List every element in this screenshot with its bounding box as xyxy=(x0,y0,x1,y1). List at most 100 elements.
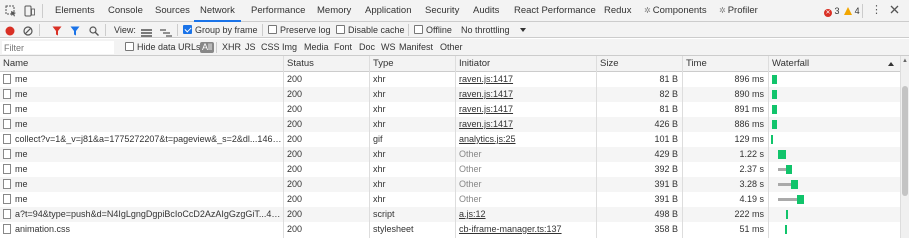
tab-application[interactable]: Application xyxy=(365,0,411,22)
table-row[interactable]: collect?v=1&_v=j81&a=1775272207&t=pagevi… xyxy=(0,132,900,147)
request-type: xhr xyxy=(373,179,386,189)
waterfall-receive-bar xyxy=(778,150,786,159)
file-icon xyxy=(3,119,11,129)
issues-counter[interactable]: ✕ 3 4 xyxy=(824,0,860,22)
scroll-up-icon[interactable]: ▲ xyxy=(902,58,908,64)
extension-icon: ✲ xyxy=(644,6,651,15)
request-name: me xyxy=(15,194,28,204)
table-row[interactable]: me 200 xhr Other 429 B 1.22 s xyxy=(0,147,900,162)
initiator-link[interactable]: cb-iframe-manager.ts:137 xyxy=(456,222,596,237)
file-icon xyxy=(3,209,11,219)
search-icon[interactable] xyxy=(89,25,99,36)
device-toolbar-icon[interactable] xyxy=(23,5,35,19)
tab-console[interactable]: Console xyxy=(108,0,143,22)
disable-cache-checkbox[interactable]: Disable cache xyxy=(336,22,405,38)
throttling-select[interactable]: No throttling xyxy=(461,22,527,38)
table-row[interactable]: me 200 xhr raven.js:1417 426 B 886 ms xyxy=(0,117,900,132)
initiator-link[interactable]: analytics.js:25 xyxy=(456,132,596,147)
initiator-link[interactable]: raven.js:1417 xyxy=(456,102,596,117)
clear-icon[interactable] xyxy=(23,25,33,36)
filter-funnel-icon[interactable] xyxy=(70,25,80,36)
request-name-cell[interactable]: me xyxy=(0,72,283,87)
table-row[interactable]: me 200 xhr Other 392 B 2.37 s xyxy=(0,162,900,177)
request-status: 200 xyxy=(287,149,303,159)
request-name-cell[interactable]: me xyxy=(0,117,283,132)
request-name-cell[interactable]: me xyxy=(0,147,283,162)
filter-icon[interactable] xyxy=(52,25,62,36)
column-header-status[interactable]: Status xyxy=(284,56,314,72)
column-header-size[interactable]: Size xyxy=(597,56,618,72)
offline-checkbox[interactable]: Offline xyxy=(414,22,452,38)
request-name-cell[interactable]: me xyxy=(0,87,283,102)
vertical-scrollbar[interactable]: ▲ xyxy=(900,56,909,238)
inspect-element-icon[interactable] xyxy=(5,5,17,19)
request-time: 3.28 s xyxy=(739,179,764,189)
warning-icon xyxy=(844,7,853,15)
filter-type-doc[interactable]: Doc xyxy=(359,39,375,56)
error-icon: ✕ xyxy=(824,9,832,17)
filter-type-font[interactable]: Font xyxy=(334,39,352,56)
request-time: 890 ms xyxy=(734,89,764,99)
filter-type-media[interactable]: Media xyxy=(304,39,329,56)
request-name: me xyxy=(15,179,28,189)
tab-components[interactable]: ✲ Components xyxy=(644,0,707,22)
group-by-frame-checkbox[interactable]: Group by frame xyxy=(183,22,258,38)
more-options-icon[interactable]: ⋮ xyxy=(871,5,882,16)
tab-performance[interactable]: Performance xyxy=(251,0,305,22)
table-row[interactable]: me 200 xhr Other 391 B 4.19 s xyxy=(0,192,900,207)
file-icon xyxy=(3,224,11,234)
filter-input[interactable] xyxy=(2,41,114,54)
table-row[interactable]: me 200 xhr Other 391 B 3.28 s xyxy=(0,177,900,192)
request-name-cell[interactable]: collect?v=1&_v=j81&a=1775272207&t=pagevi… xyxy=(0,132,283,147)
request-name-cell[interactable]: me xyxy=(0,177,283,192)
filter-type-ws[interactable]: WS xyxy=(381,39,396,56)
column-header-time[interactable]: Time xyxy=(683,56,707,72)
filter-type-other[interactable]: Other xyxy=(440,39,463,56)
request-size: 81 B xyxy=(659,74,678,84)
request-name-cell[interactable]: animation.css xyxy=(0,222,283,237)
preserve-log-checkbox[interactable]: Preserve log xyxy=(268,22,331,38)
table-row[interactable]: animation.css 200 stylesheet cb-iframe-mana… xyxy=(0,222,900,237)
tab-redux[interactable]: Redux xyxy=(604,0,631,22)
column-header-waterfall[interactable]: Waterfall xyxy=(769,56,809,72)
sort-up-icon[interactable] xyxy=(888,62,894,66)
table-row[interactable]: me 200 xhr raven.js:1417 81 B 891 ms xyxy=(0,102,900,117)
table-row[interactable]: a?t=94&type=push&d=N4IgLgngDgpiBcIoCcD2A… xyxy=(0,207,900,222)
tab-audits[interactable]: Audits xyxy=(473,0,499,22)
tab-security[interactable]: Security xyxy=(425,0,459,22)
tab-profiler-label: Profiler xyxy=(727,5,758,16)
request-name-cell[interactable]: me xyxy=(0,162,283,177)
request-time: 1.22 s xyxy=(739,149,764,159)
request-name-cell[interactable]: me xyxy=(0,102,283,117)
table-row[interactable]: me 200 xhr raven.js:1417 81 B 896 ms xyxy=(0,72,900,87)
initiator-text: Other xyxy=(459,179,482,189)
initiator-link[interactable]: raven.js:1417 xyxy=(456,117,596,132)
filter-type-img[interactable]: Img xyxy=(282,39,297,56)
filter-type-xhr[interactable]: XHR xyxy=(222,39,241,56)
tab-network[interactable]: Network xyxy=(194,0,241,22)
initiator-link[interactable]: raven.js:1417 xyxy=(456,72,596,87)
large-rows-icon[interactable] xyxy=(141,26,152,37)
request-name-cell[interactable]: a?t=94&type=push&d=N4IgLgngDgpiBcIoCcD2A… xyxy=(0,207,283,222)
table-row[interactable]: me 200 xhr raven.js:1417 82 B 890 ms xyxy=(0,87,900,102)
record-icon[interactable] xyxy=(5,25,15,36)
column-header-type[interactable]: Type xyxy=(370,56,394,72)
tab-elements[interactable]: Elements xyxy=(55,0,95,22)
initiator-link[interactable]: a.js:12 xyxy=(456,207,596,222)
filter-type-manifest[interactable]: Manifest xyxy=(399,39,433,56)
tab-profiler[interactable]: ✲ Profiler xyxy=(719,0,758,22)
close-icon[interactable] xyxy=(889,4,900,17)
scrollbar-thumb[interactable] xyxy=(902,86,908,196)
tab-react-performance[interactable]: React Performance xyxy=(514,0,596,22)
column-header-initiator[interactable]: Initiator xyxy=(456,56,490,72)
filter-type-all[interactable]: All xyxy=(200,42,215,53)
filter-type-css[interactable]: CSS xyxy=(261,39,280,56)
tab-sources[interactable]: Sources xyxy=(155,0,190,22)
filter-type-js[interactable]: JS xyxy=(245,39,256,56)
hide-data-urls-checkbox[interactable]: Hide data URLs xyxy=(125,39,201,56)
request-name-cell[interactable]: me xyxy=(0,192,283,207)
initiator-link[interactable]: raven.js:1417 xyxy=(456,87,596,102)
overview-icon[interactable] xyxy=(160,26,172,37)
column-header-name[interactable]: Name xyxy=(0,56,28,72)
tab-memory[interactable]: Memory xyxy=(317,0,351,22)
